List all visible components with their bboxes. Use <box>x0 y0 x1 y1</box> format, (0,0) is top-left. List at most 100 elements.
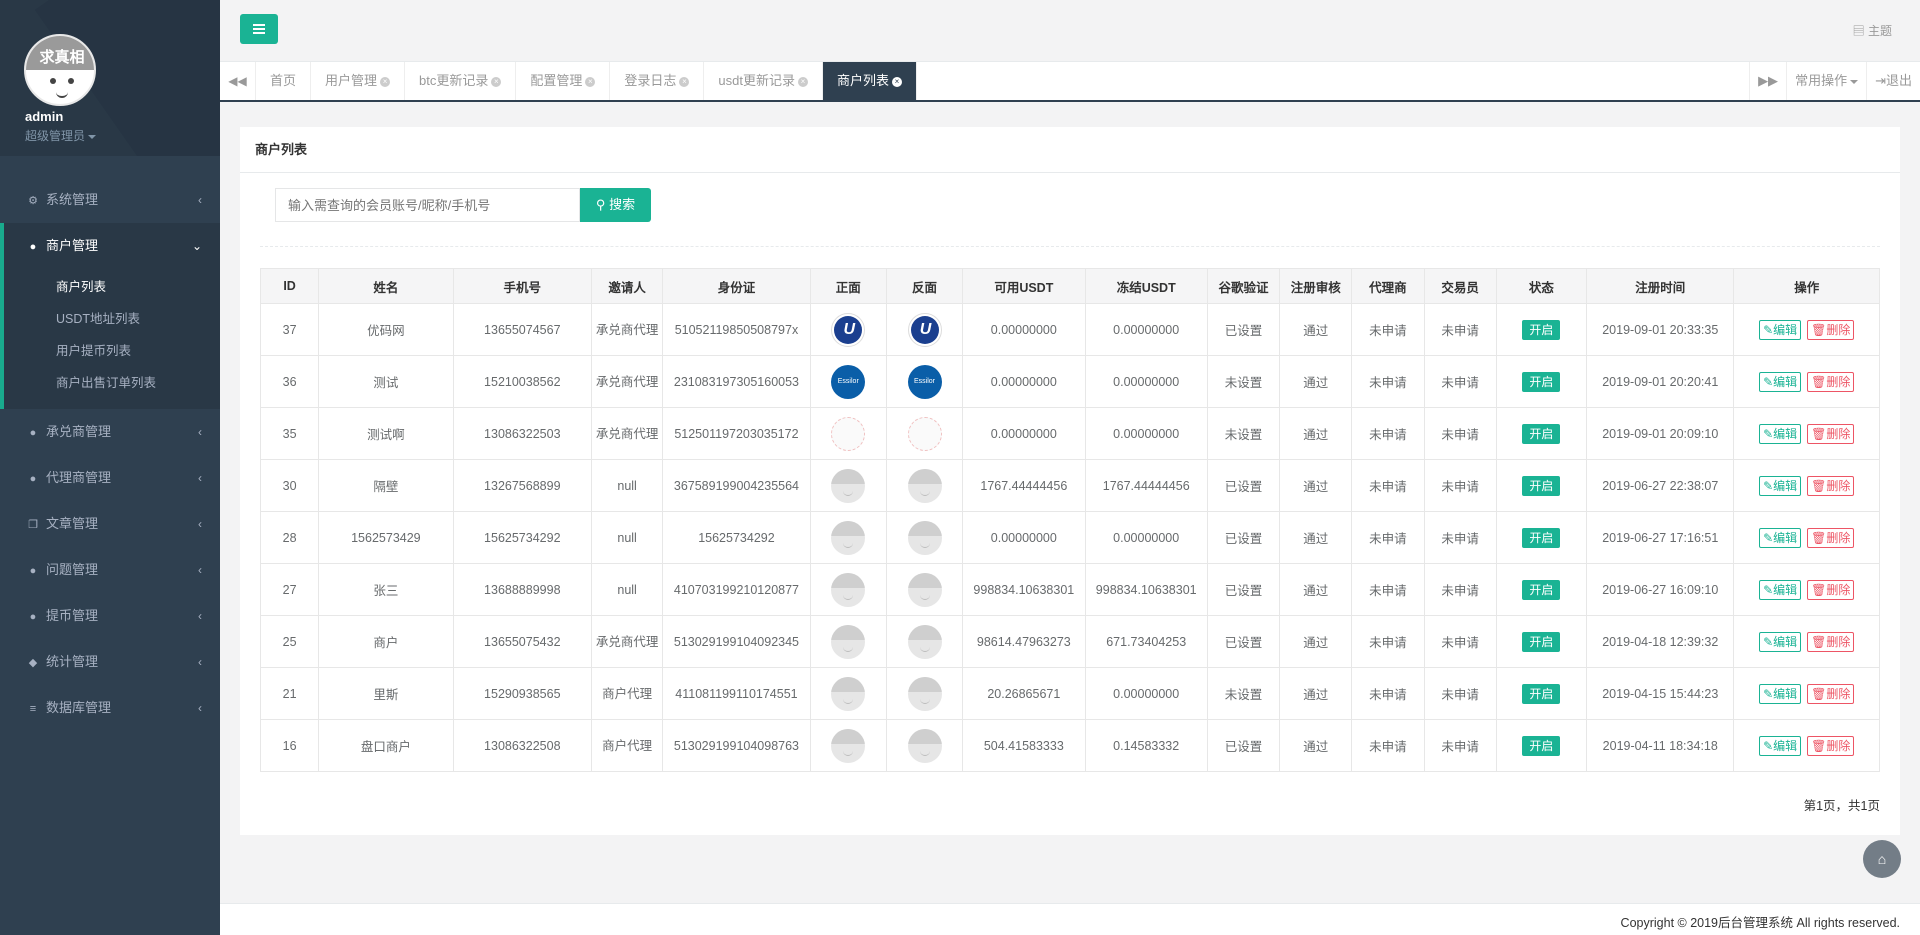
id-front-image[interactable] <box>831 728 866 763</box>
column-header: 姓名 <box>318 268 454 304</box>
cell-id: 27 <box>259 563 320 616</box>
sidebar-item-article[interactable]: ❐ 文章管理 ‹ <box>0 501 220 547</box>
delete-button[interactable]: 🗑删除 <box>1807 423 1855 444</box>
search-button[interactable]: ⚲ 搜索 <box>580 188 651 222</box>
delete-button[interactable]: 🗑删除 <box>1807 735 1855 756</box>
status-badge[interactable]: 开启 <box>1522 319 1561 340</box>
edit-button[interactable]: ✎编辑 <box>1759 371 1802 392</box>
sidebar-item-merchant[interactable]: ● 商户管理 ⌄ <box>0 223 220 269</box>
id-back-image[interactable] <box>907 728 942 763</box>
id-back-image[interactable] <box>907 312 942 347</box>
close-icon[interactable]: × <box>797 76 808 87</box>
delete-label: 删除 <box>1826 322 1851 337</box>
tab-usdt-records[interactable]: usdt更新记录 × <box>704 62 823 100</box>
sidebar-item-question[interactable]: ● 问题管理 ‹ <box>0 547 220 593</box>
home-button[interactable]: ⌂ <box>1863 840 1901 878</box>
edit-button[interactable]: ✎编辑 <box>1759 423 1802 444</box>
cell-id-front <box>809 459 887 512</box>
edit-button[interactable]: ✎编辑 <box>1759 735 1802 756</box>
logout-button[interactable]: ⇥退出 <box>1866 62 1920 100</box>
delete-button[interactable]: 🗑删除 <box>1807 683 1855 704</box>
submenu-item-sell-orders[interactable]: 商户出售订单列表 <box>4 367 220 399</box>
tab-login-log[interactable]: 登录日志 × <box>610 62 705 100</box>
cell-google-auth: 已设置 <box>1206 511 1281 564</box>
tab-home[interactable]: 首页 <box>256 62 312 100</box>
status-badge[interactable]: 开启 <box>1522 527 1561 548</box>
id-back-image[interactable] <box>907 468 942 503</box>
id-back-image[interactable] <box>907 676 942 711</box>
tab-btc-records[interactable]: btc更新记录 × <box>405 62 517 100</box>
search-input[interactable] <box>275 188 580 222</box>
id-back-image[interactable] <box>907 364 942 399</box>
common-ops-dropdown[interactable]: 常用操作 <box>1786 62 1866 100</box>
submenu-item-merchant-list[interactable]: 商户列表 <box>4 271 220 303</box>
cell-audit: 通过 <box>1279 667 1353 720</box>
status-badge[interactable]: 开启 <box>1522 423 1561 444</box>
close-icon[interactable]: × <box>679 76 690 87</box>
edit-button[interactable]: ✎编辑 <box>1759 319 1802 340</box>
delete-button[interactable]: 🗑删除 <box>1807 319 1855 340</box>
id-front-image[interactable] <box>831 364 866 399</box>
edit-button[interactable]: ✎编辑 <box>1759 683 1802 704</box>
tab-merchant-list[interactable]: 商户列表 × <box>822 62 917 100</box>
tab-user-management[interactable]: 用户管理 × <box>311 62 406 100</box>
cell-idcard: 231083197305160053 <box>662 355 811 408</box>
delete-button[interactable]: 🗑删除 <box>1807 527 1855 548</box>
delete-button[interactable]: 🗑删除 <box>1807 631 1855 652</box>
close-icon[interactable]: × <box>491 76 502 87</box>
sidebar-item-system[interactable]: ⚙ 系统管理 ‹ <box>0 177 220 223</box>
menu-toggle-button[interactable] <box>240 14 278 44</box>
status-badge[interactable]: 开启 <box>1522 631 1561 652</box>
status-badge[interactable]: 开启 <box>1522 475 1561 496</box>
user-role-dropdown[interactable]: 超级管理员 <box>25 127 97 144</box>
cell-google-auth: 未设置 <box>1206 407 1281 460</box>
delete-button[interactable]: 🗑删除 <box>1807 475 1855 496</box>
cell-idcard: 512501197203035172 <box>662 407 811 460</box>
cell-frozen-usdt: 1767.44444456 <box>1084 459 1208 512</box>
status-badge[interactable]: 开启 <box>1522 683 1561 704</box>
edit-button[interactable]: ✎编辑 <box>1759 579 1802 600</box>
tabs-scroll-right-button[interactable]: ▶▶ <box>1749 62 1786 100</box>
id-front-image[interactable] <box>831 676 866 711</box>
avatar[interactable]: 求真相 <box>24 34 96 106</box>
id-front-image[interactable] <box>831 468 866 503</box>
sidebar-item-stats[interactable]: ◆ 统计管理 ‹ <box>0 639 220 685</box>
theme-button[interactable]: ▤ 主题 <box>1853 22 1892 39</box>
sidebar-item-acceptor[interactable]: ● 承兑商管理 ‹ <box>0 409 220 455</box>
sidebar-item-agent[interactable]: ● 代理商管理 ‹ <box>0 455 220 501</box>
tab-config[interactable]: 配置管理 × <box>516 62 611 100</box>
delete-button[interactable]: 🗑删除 <box>1807 371 1855 392</box>
id-front-image[interactable] <box>831 416 866 451</box>
id-back-image[interactable] <box>907 572 942 607</box>
cell-trader: 未申请 <box>1423 303 1497 356</box>
id-front-image[interactable] <box>831 572 866 607</box>
id-front-image[interactable] <box>831 312 866 347</box>
close-icon[interactable]: × <box>380 76 391 87</box>
edit-button[interactable]: ✎编辑 <box>1759 475 1802 496</box>
copyright-text: Copyright © 2019后台管理系统 All rights reserv… <box>1620 916 1900 930</box>
tabs-scroll-left-button[interactable]: ◀◀ <box>220 62 256 100</box>
chevron-left-icon: ‹ <box>198 609 202 623</box>
submenu-item-usdt-address[interactable]: USDT地址列表 <box>4 303 220 335</box>
status-badge[interactable]: 开启 <box>1522 579 1561 600</box>
id-front-image[interactable] <box>831 624 866 659</box>
cell-name: 测试 <box>318 355 454 408</box>
id-back-image[interactable] <box>907 520 942 555</box>
column-header: 注册时间 <box>1586 268 1735 304</box>
user-role-label: 超级管理员 <box>25 129 86 143</box>
chevron-left-icon: ‹ <box>198 563 202 577</box>
id-back-image[interactable] <box>907 416 942 451</box>
id-back-image[interactable] <box>907 624 942 659</box>
sidebar-item-database[interactable]: ≡ 数据库管理 ‹ <box>0 685 220 731</box>
id-front-image[interactable] <box>831 520 866 555</box>
status-badge[interactable]: 开启 <box>1522 371 1561 392</box>
close-icon[interactable]: × <box>585 76 596 87</box>
submenu-item-withdraw-list[interactable]: 用户提币列表 <box>4 335 220 367</box>
status-badge[interactable]: 开启 <box>1522 735 1561 756</box>
sidebar-item-withdraw[interactable]: ● 提币管理 ‹ <box>0 593 220 639</box>
edit-button[interactable]: ✎编辑 <box>1759 527 1802 548</box>
edit-button[interactable]: ✎编辑 <box>1759 631 1802 652</box>
close-icon[interactable]: × <box>892 76 902 87</box>
cell-inviter: 承兑商代理 <box>590 303 664 356</box>
delete-button[interactable]: 🗑删除 <box>1807 579 1855 600</box>
